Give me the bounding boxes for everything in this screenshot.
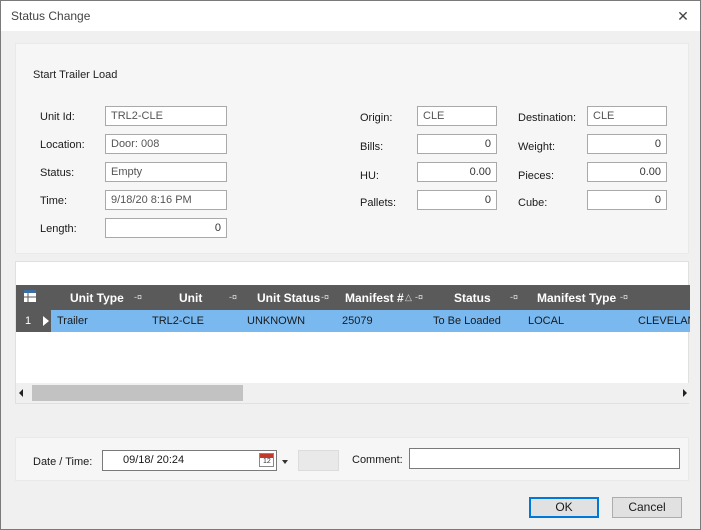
hu-field[interactable]: 0.00 xyxy=(417,162,497,182)
origin-field[interactable]: CLE xyxy=(417,106,497,126)
cancel-button[interactable]: Cancel xyxy=(612,497,682,518)
calendar-icon[interactable]: 12 xyxy=(259,453,274,467)
chevron-down-icon[interactable] xyxy=(282,460,288,464)
bills-field[interactable]: 0 xyxy=(417,134,497,154)
datetime-comment-panel: Date / Time: 09/18/ 20:24 12 Comment: xyxy=(15,437,689,481)
col-unit-status[interactable]: Unit Status xyxy=(257,291,320,305)
cube-field[interactable]: 0 xyxy=(587,190,667,210)
destination-label: Destination: xyxy=(518,112,577,124)
time-label: Time: xyxy=(40,195,68,207)
unit-id-field[interactable]: TRL2-CLE xyxy=(105,106,227,126)
pin-icon[interactable]: -¤ xyxy=(415,292,423,302)
title-bar: Status Change ✕ xyxy=(1,1,700,31)
cell-unit[interactable]: TRL2-CLE xyxy=(152,315,204,327)
pin-icon[interactable]: -¤ xyxy=(134,292,142,302)
section-title: Start Trailer Load xyxy=(33,69,118,81)
col-unit[interactable]: Unit xyxy=(179,291,202,305)
weight-field[interactable]: 0 xyxy=(587,134,667,154)
close-icon[interactable]: ✕ xyxy=(672,5,694,27)
location-field[interactable]: Door: 008 xyxy=(105,134,227,154)
scroll-right-icon[interactable] xyxy=(683,389,687,397)
length-field[interactable]: 0 xyxy=(105,218,227,238)
pallets-label: Pallets: xyxy=(360,197,397,209)
weight-label: Weight: xyxy=(518,141,556,153)
grid-header: Unit Type -¤ Unit -¤ Unit Status -¤ Mani… xyxy=(16,285,690,310)
cell-destination-name[interactable]: CLEVELAND xyxy=(638,315,690,327)
ok-button[interactable]: OK xyxy=(529,497,599,518)
sort-ascending-icon[interactable]: △ xyxy=(405,292,412,303)
col-unit-type[interactable]: Unit Type xyxy=(70,291,124,305)
unit-id-label: Unit Id: xyxy=(40,111,75,123)
row-indicator[interactable]: 1 xyxy=(16,310,51,332)
scroll-thumb[interactable] xyxy=(32,385,243,401)
window-title: Status Change xyxy=(11,9,91,23)
col-manifest-number[interactable]: Manifest # xyxy=(345,291,404,305)
pallets-field[interactable]: 0 xyxy=(417,190,497,210)
datetime-label: Date / Time: xyxy=(33,456,93,468)
cube-label: Cube: xyxy=(518,197,548,209)
status-label: Status: xyxy=(40,167,75,179)
destination-field[interactable]: CLE xyxy=(587,106,667,126)
current-row-arrow-icon xyxy=(43,316,49,326)
status-change-dialog: Status Change ✕ Start Trailer Load Unit … xyxy=(0,0,701,530)
datetime-picker[interactable]: 09/18/ 20:24 12 xyxy=(102,450,277,471)
row-number: 1 xyxy=(25,315,32,327)
time-field[interactable]: 9/18/20 8:16 PM xyxy=(105,190,227,210)
status-field[interactable]: Empty xyxy=(105,162,227,182)
pieces-label: Pieces: xyxy=(518,170,555,182)
col-manifest-type[interactable]: Manifest Type xyxy=(537,291,616,305)
cell-status[interactable]: To Be Loaded xyxy=(433,315,501,327)
pin-icon[interactable]: -¤ xyxy=(229,292,237,302)
hu-label: HU: xyxy=(360,170,379,182)
table-row[interactable]: 1 Trailer TRL2-CLE UNKNOWN 25079 To Be L… xyxy=(16,310,690,332)
scroll-left-icon[interactable] xyxy=(19,389,23,397)
cell-unit-status[interactable]: UNKNOWN xyxy=(247,315,305,327)
cell-unit-type[interactable]: Trailer xyxy=(57,315,88,327)
pin-icon[interactable]: -¤ xyxy=(321,292,329,302)
calendar-day: 12 xyxy=(263,458,271,465)
cell-manifest-number[interactable]: 25079 xyxy=(342,315,373,327)
bills-label: Bills: xyxy=(360,141,384,153)
pieces-field[interactable]: 0.00 xyxy=(587,162,667,182)
trailer-info-panel: Start Trailer Load Unit Id: TRL2-CLE Loc… xyxy=(15,43,689,254)
datetime-value: 09/18/ 20:24 xyxy=(123,454,185,466)
location-label: Location: xyxy=(40,139,85,151)
origin-label: Origin: xyxy=(360,112,393,124)
comment-field[interactable] xyxy=(409,448,680,469)
comment-label: Comment: xyxy=(352,454,403,466)
pin-icon[interactable]: -¤ xyxy=(510,292,518,302)
units-grid: Unit Type -¤ Unit -¤ Unit Status -¤ Mani… xyxy=(15,261,690,404)
horizontal-scrollbar[interactable] xyxy=(16,383,690,403)
length-label: Length: xyxy=(40,223,77,235)
pin-icon[interactable]: -¤ xyxy=(620,292,628,302)
cell-manifest-type[interactable]: LOCAL xyxy=(528,315,564,327)
col-status[interactable]: Status xyxy=(454,291,491,305)
column-chooser-icon[interactable] xyxy=(23,289,37,303)
disabled-field xyxy=(298,450,339,471)
